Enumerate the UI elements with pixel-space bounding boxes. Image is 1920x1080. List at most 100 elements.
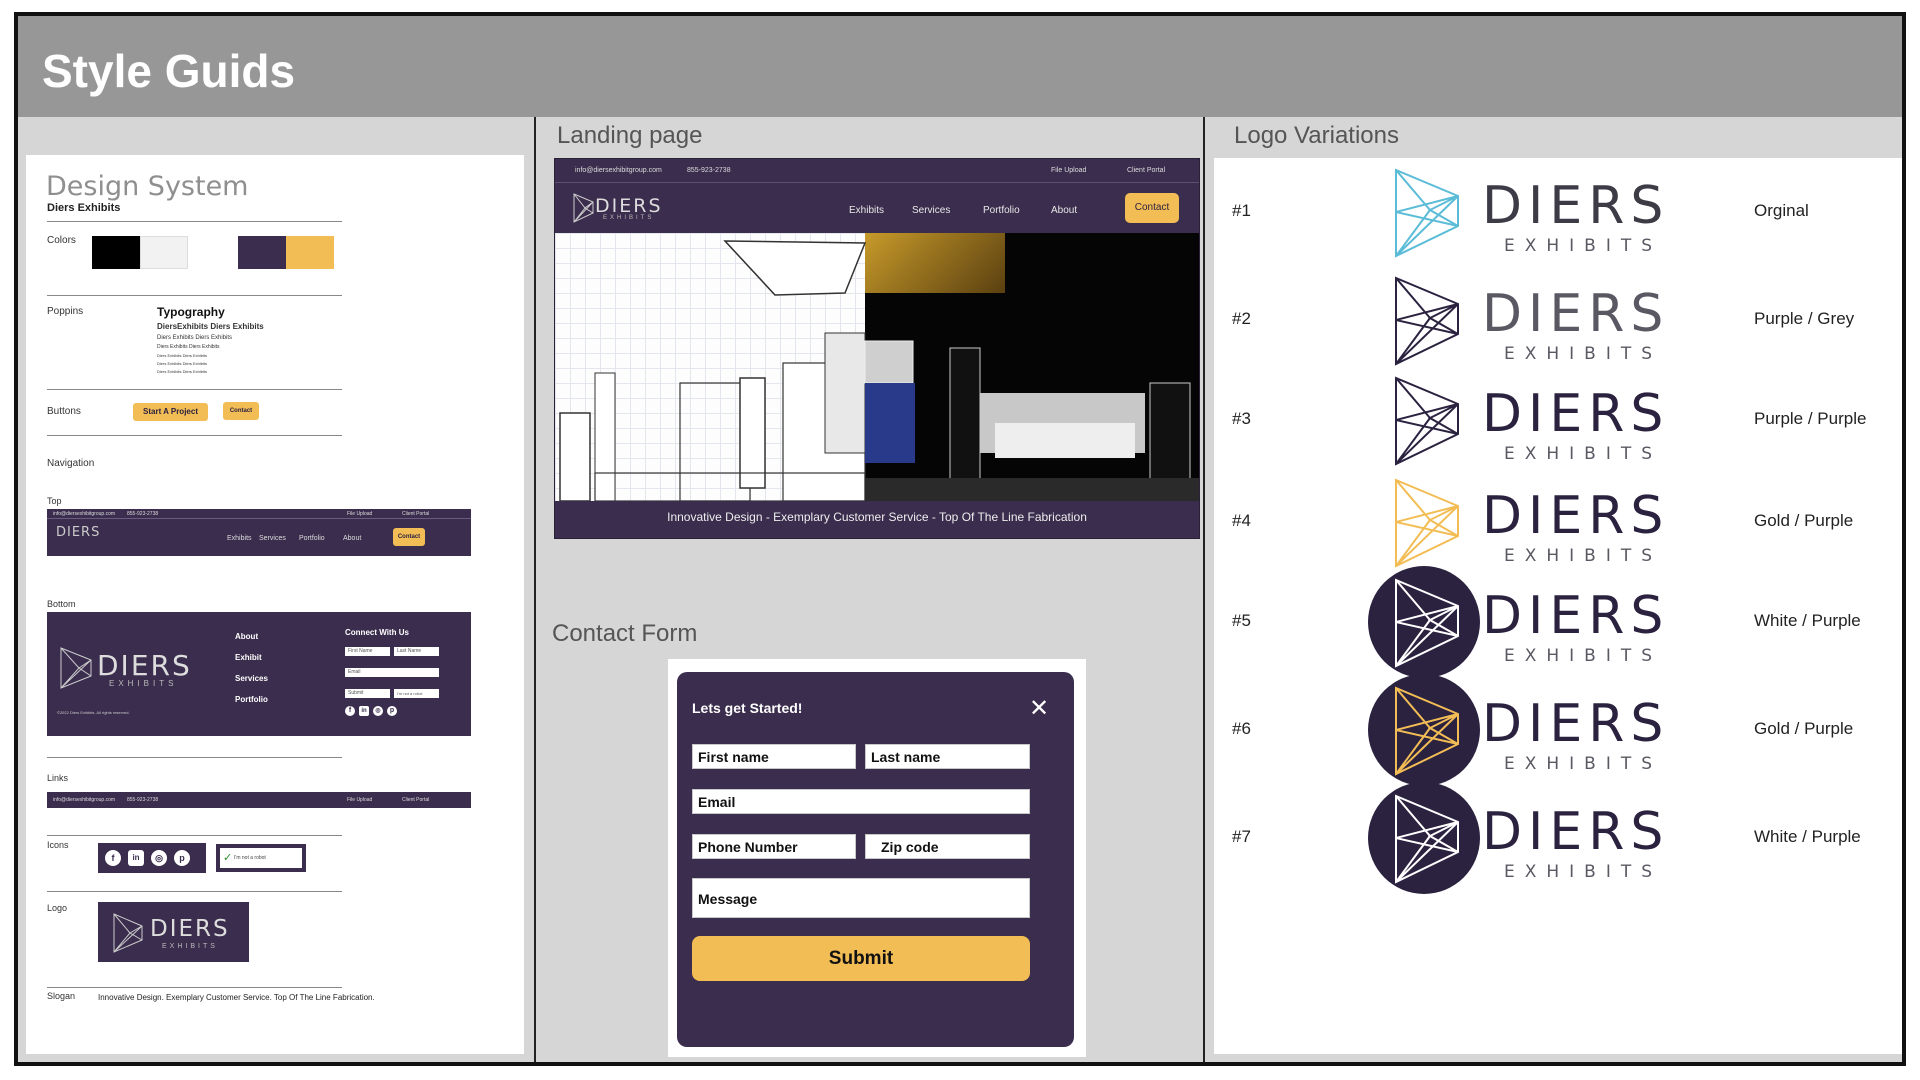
landing-nav-exhibits[interactable]: Exhibits [849,205,884,216]
divider [47,835,342,836]
footer-captcha[interactable]: I'm not a robot [394,689,439,698]
landing-page-preview: info@diersexhibitgroup.com 855-923-2738 … [554,158,1200,539]
variation-name: White / Purple [1754,611,1861,630]
colors-label: Colors [47,235,76,246]
email-field[interactable]: Email [692,789,1030,814]
submit-button[interactable]: Submit [692,936,1030,981]
facebook-icon[interactable]: f [105,850,121,866]
logo-word: DIERS [1482,694,1670,754]
footer-first-name[interactable]: First Name [345,647,390,656]
instagram-icon[interactable]: ◎ [373,706,383,716]
links-email[interactable]: info@diersexhibitgroup.com [53,797,115,803]
landing-client-portal[interactable]: Client Portal [1127,167,1165,174]
footer-link[interactable]: Portfolio [235,695,268,704]
typography-sample: Diers Exhibits Diers Exhibits [157,361,208,366]
variation-number: #5 [1232,611,1251,630]
style-guide-board: Style Guids Design System Diers Exhibits… [14,12,1906,1066]
variation-number: #3 [1232,409,1251,428]
nav-item[interactable]: Services [259,535,286,542]
divider [47,987,342,988]
logo-circle-bg [1368,566,1480,678]
landing-nav-portfolio[interactable]: Portfolio [983,205,1020,216]
contact-button-sample[interactable]: Contact [223,402,259,420]
logo-variation-row: #5 DIERS EXHIBITS White / Purple [1214,566,1902,678]
landing-contact-button[interactable]: Contact [1125,193,1179,223]
pinterest-icon[interactable]: p [174,850,190,866]
footer-link[interactable]: Services [235,674,268,683]
footer-last-name[interactable]: Last Name [394,647,439,656]
typography-samples: DiersExhibits Diers Exhibits Diers Exhibi… [157,321,264,376]
logo-sub: EXHIBITS [1504,236,1663,256]
logo-mark-icon [113,913,143,953]
icons-label: Icons [47,840,69,850]
column-divider [1203,117,1205,1062]
logo-word: DIERS [150,916,230,942]
captcha-field[interactable]: I'm not a robot [220,848,302,868]
facebook-icon[interactable]: f [345,706,355,716]
page-title: Style Guids [42,45,296,97]
logo-sub: EXHIBITS [1504,646,1663,666]
top-label: Top [47,496,62,506]
links-file-upload[interactable]: File Upload [347,797,372,803]
color-swatch-black [92,236,140,269]
phone-field[interactable]: Phone Number [692,834,856,859]
captcha-box: I'm not a robot ✓ [216,844,306,872]
nav-top-sample: info@diersexhibitgroup.com 855-923-2738 … [47,509,471,556]
nav-item[interactable]: Exhibits [227,535,252,542]
footer-logo-sub: EXHIBITS [109,679,178,688]
logo-mark-icon [60,647,92,689]
links-client-portal[interactable]: Client Portal [402,797,429,803]
logo-mark-icon [1368,566,1480,678]
logo-mark-icon [573,193,594,223]
typography-sample: DiersExhibits Diers Exhibits [157,322,264,331]
footer-link[interactable]: About [235,632,258,641]
pinterest-icon[interactable]: p [387,706,397,716]
nav-contact-button[interactable]: Contact [393,528,425,546]
variation-number: #1 [1232,201,1251,220]
landing-logo-word[interactable]: DIERS [595,195,663,217]
landing-nav-services[interactable]: Services [912,205,950,216]
font-label: Poppins [47,306,84,317]
nav-client-portal: Client Portal [402,511,430,517]
landing-phone[interactable]: 855-923-2738 [687,167,731,174]
bottom-label: Bottom [47,599,76,609]
links-phone[interactable]: 855-923-2738 [127,797,158,803]
footer-link[interactable]: Exhibit [235,653,262,662]
logo-variation-row: #6 DIERS EXHIBITS Gold / Purple [1214,674,1902,786]
variation-name: Orginal [1754,201,1809,220]
linkedin-icon[interactable]: in [128,850,144,866]
linkedin-icon[interactable]: in [359,706,369,716]
nav-item[interactable]: About [343,535,361,542]
title-bar: Style Guids [18,16,1902,117]
divider [47,389,342,390]
slogan-text: Innovative Design. Exemplary Customer Se… [98,993,375,1002]
landing-nav-about[interactable]: About [1051,205,1077,216]
nav-item[interactable]: Portfolio [299,535,325,542]
navigation-label: Navigation [47,458,95,469]
color-swatch-grey [140,236,188,269]
contact-form-modal: Lets get Started! ✕ First name Last name… [677,672,1074,1047]
logo-sub: EXHIBITS [1504,546,1663,566]
contact-form-preview: Lets get Started! ✕ First name Last name… [668,659,1086,1057]
variation-number: #2 [1232,309,1251,328]
first-name-field[interactable]: First name [692,744,856,769]
start-project-button[interactable]: Start A Project [133,403,208,421]
variation-number: #4 [1232,511,1251,530]
logo-variation-row: #4 DIERS EXHIBITS Gold / Purple [1214,472,1902,572]
instagram-icon[interactable]: ◎ [151,850,167,866]
landing-file-upload[interactable]: File Upload [1051,167,1086,174]
logo-variations-panel: #1 DIERS EXHIBITS Orginal #2 DIERS EXHIBITS Pur… [1214,158,1902,1054]
message-field[interactable]: Message [692,878,1030,918]
landing-email[interactable]: info@diersexhibitgroup.com [575,167,662,174]
footer-submit[interactable]: Submit [345,689,390,698]
slogan-label: Slogan [47,991,76,1001]
copyright: ©2022 Diers Exhibits. All rights reserve… [57,710,130,715]
logo-sub: EXHIBITS [1504,754,1663,774]
footer-email[interactable]: Email [345,668,439,677]
links-label: Links [47,773,69,783]
close-icon[interactable]: ✕ [1029,694,1049,722]
nav-phone: 855-923-2738 [127,511,159,517]
last-name-field[interactable]: Last name [865,744,1030,769]
variation-number: #7 [1232,827,1251,846]
zip-code-field[interactable]: Zip code [865,834,1030,859]
